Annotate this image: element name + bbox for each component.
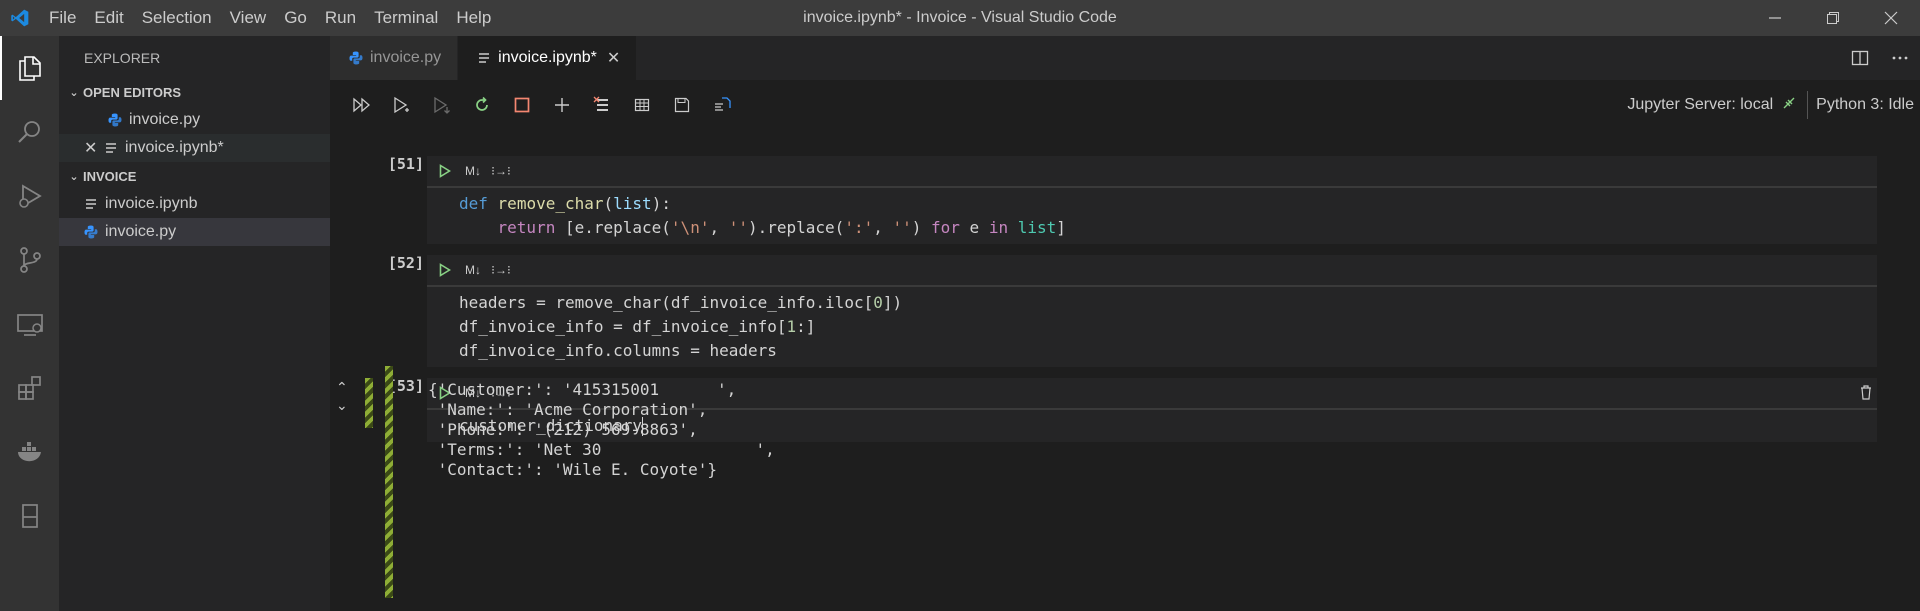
python-file-icon (107, 112, 123, 128)
clear-outputs-icon[interactable] (582, 90, 622, 120)
docker-icon[interactable] (0, 420, 59, 484)
vscode-logo-icon (0, 0, 40, 36)
add-cell-icon[interactable] (542, 90, 582, 120)
editor-actions (1840, 36, 1920, 80)
tab-invoice-py[interactable]: invoice.py (330, 36, 459, 80)
python-file-icon (348, 50, 364, 66)
workspace-file-invoice-ipynb[interactable]: invoice.ipynb (59, 190, 330, 218)
run-debug-icon[interactable] (0, 164, 59, 228)
file-name: invoice.ipynb (105, 195, 198, 212)
notebook-file-icon (476, 50, 492, 66)
tab-invoice-ipynb[interactable]: invoice.ipynb* ✕ (458, 36, 638, 80)
notebook-file-icon (103, 140, 119, 156)
source-control-icon[interactable] (0, 228, 59, 292)
menu-terminal[interactable]: Terminal (365, 0, 447, 36)
output-line: {'Customer:': '415315001 ', (428, 380, 737, 399)
execution-count: [51] (387, 155, 424, 173)
close-editor-icon[interactable]: ✕ (84, 138, 100, 158)
menu-run[interactable]: Run (316, 0, 365, 36)
notebook-file-icon (83, 196, 99, 212)
markdown-toggle-icon[interactable]: M↓ (461, 159, 485, 183)
restart-kernel-icon[interactable] (462, 90, 502, 120)
move-cell-down-icon[interactable]: ⌄ (336, 397, 348, 414)
output-line: 'Phone:': '(212) 569-8863', (428, 420, 698, 439)
kernel-label[interactable]: Python 3: Idle (1807, 91, 1920, 119)
menu-go[interactable]: Go (275, 0, 316, 36)
chevron-down-icon: ⌄ (69, 87, 79, 99)
tab-label: invoice.ipynb* (498, 49, 597, 66)
explorer-sidebar: EXPLORER ⌄ OPEN EDITORS invoice.py ✕ inv… (59, 36, 330, 611)
notebook-editor: [51] M↓ ⁝→⁝ def remove_char(list): retur… (330, 130, 1920, 611)
workspace-file-invoice-py[interactable]: invoice.py (59, 218, 330, 246)
file-name: invoice.ipynb* (125, 139, 224, 156)
file-name: invoice.py (129, 111, 201, 128)
menu-view[interactable]: View (221, 0, 276, 36)
connected-plug-icon (1781, 95, 1797, 116)
execution-count: [52] (387, 254, 424, 272)
split-editor-icon[interactable] (1840, 49, 1880, 67)
notebook-icon[interactable] (0, 484, 59, 548)
open-editors-label: OPEN EDITORS (83, 85, 182, 100)
open-editor-invoice-ipynb[interactable]: ✕ invoice.ipynb* (59, 134, 330, 162)
move-cell-up-icon[interactable]: ⌃ (336, 379, 348, 396)
title-bar: File Edit Selection View Go Run Terminal… (0, 0, 1920, 36)
cell-toolbar: M↓ ⁝→⁝ (427, 156, 1877, 186)
close-tab-icon[interactable]: ✕ (607, 48, 620, 68)
kernel-status-area: Jupyter Server: local Python 3: Idle (1627, 80, 1920, 130)
output-line: 'Contact:': 'Wile E. Coyote'} (428, 460, 717, 479)
cell-output: {'Customer:': '415315001 ', 'Name:': 'Ac… (428, 380, 775, 480)
export-icon[interactable] (702, 90, 742, 120)
tab-label: invoice.py (370, 49, 442, 66)
minimize-button[interactable] (1746, 0, 1804, 36)
editor-tabs: invoice.py invoice.ipynb* ✕ (330, 36, 1920, 80)
workspace-section[interactable]: ⌄ INVOICE (59, 164, 330, 190)
remote-explorer-icon[interactable] (0, 292, 59, 356)
output-line: 'Name:': 'Acme Corporation', (428, 400, 708, 419)
menu-bar: File Edit Selection View Go Run Terminal… (40, 0, 500, 36)
markdown-toggle-icon[interactable]: M↓ (461, 258, 485, 282)
run-above-icon[interactable] (382, 90, 422, 120)
run-cell-icon[interactable] (433, 258, 457, 282)
close-window-button[interactable] (1862, 0, 1920, 36)
output-indicator (385, 366, 393, 598)
window-controls (1746, 0, 1920, 36)
sidebar-title: EXPLORER (84, 50, 161, 66)
cell-toolbar: M↓ ⁝→⁝ (427, 255, 1877, 285)
run-cell-icon[interactable] (433, 159, 457, 183)
activity-bar (0, 36, 59, 611)
output-line: 'Terms:': 'Net 30 ', (428, 440, 775, 459)
restore-button[interactable] (1804, 0, 1862, 36)
notebook-toolbar: Jupyter Server: local Python 3: Idle (330, 80, 1920, 130)
delete-cell-icon[interactable] (1859, 384, 1873, 405)
interrupt-kernel-icon[interactable] (502, 90, 542, 120)
menu-help[interactable]: Help (447, 0, 500, 36)
variables-icon[interactable] (622, 90, 662, 120)
run-below-icon[interactable] (422, 90, 462, 120)
cell-source[interactable]: headers = remove_char(df_invoice_info.il… (427, 285, 1877, 367)
explorer-icon[interactable] (0, 36, 59, 100)
chevron-down-icon: ⌄ (69, 171, 79, 183)
file-name: invoice.py (105, 223, 177, 240)
selected-cell-indicator (365, 378, 373, 428)
menu-file[interactable]: File (40, 0, 85, 36)
menu-edit[interactable]: Edit (85, 0, 132, 36)
python-file-icon (83, 224, 99, 240)
menu-selection[interactable]: Selection (133, 0, 221, 36)
open-editor-invoice-py[interactable]: invoice.py (59, 106, 330, 134)
search-icon[interactable] (0, 100, 59, 164)
more-actions-icon[interactable] (1880, 49, 1920, 67)
jupyter-server-label[interactable]: Jupyter Server: local (1627, 96, 1773, 114)
run-all-icon[interactable] (342, 90, 382, 120)
cell-flow-icon[interactable]: ⁝→⁝ (489, 258, 513, 282)
cell-source[interactable]: def remove_char(list): return [e.replace… (427, 186, 1877, 244)
extensions-icon[interactable] (0, 356, 59, 420)
workspace-label: INVOICE (83, 169, 137, 184)
save-icon[interactable] (662, 90, 702, 120)
open-editors-section[interactable]: ⌄ OPEN EDITORS (59, 80, 330, 106)
cell-flow-icon[interactable]: ⁝→⁝ (489, 159, 513, 183)
